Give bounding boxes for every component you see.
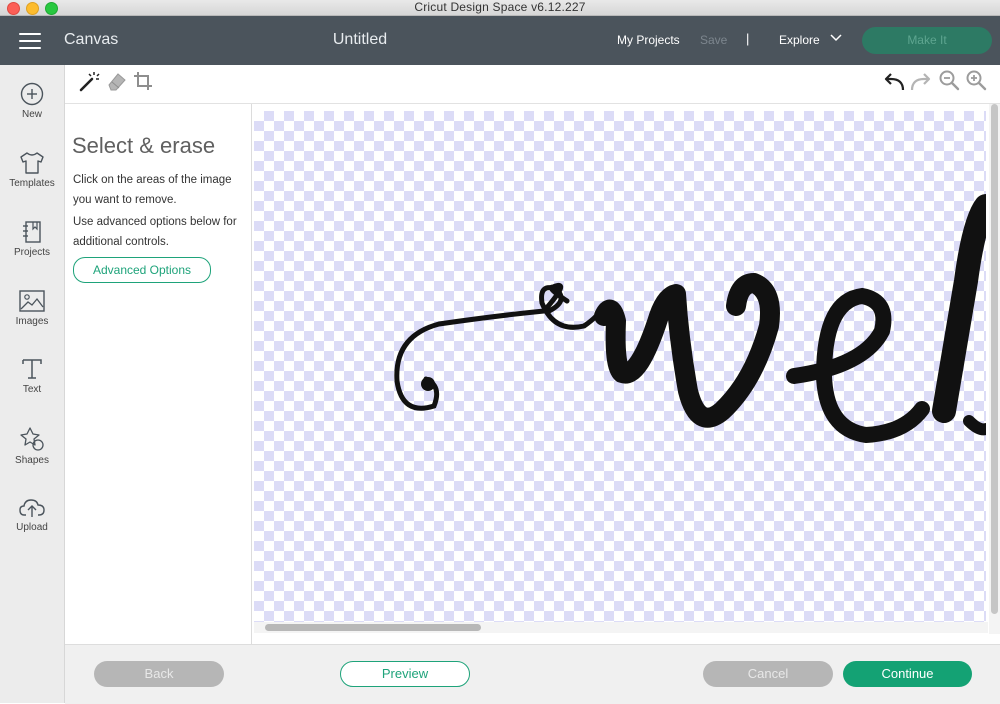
image-icon [19,290,45,312]
window-title: Cricut Design Space v6.12.227 [414,0,586,14]
plus-circle-icon [20,82,44,106]
nav-text-label: Text [22,384,42,395]
transparency-checkerboard[interactable] [254,111,986,623]
panel-instruction-2: Use advanced options below for additiona… [73,216,237,248]
uploaded-image[interactable] [254,111,986,623]
section-label: Canvas [64,31,119,48]
advanced-options-button[interactable]: Advanced Options [73,257,211,283]
zoom-in-icon[interactable] [965,69,987,91]
redo-icon[interactable] [910,71,932,93]
eraser-icon[interactable] [105,70,127,92]
nav-new[interactable]: New [0,82,64,142]
shapes-icon [20,427,44,451]
shirt-icon [20,152,44,174]
continue-button[interactable]: Continue [843,661,972,687]
my-projects-link[interactable]: My Projects [617,33,680,47]
edit-toolbar [65,65,1000,104]
nav-upload-label: Upload [16,522,48,533]
nav-templates-label: Templates [9,178,55,189]
nav-text[interactable]: Text [0,357,64,417]
zoom-out-icon[interactable] [938,69,960,91]
nav-upload[interactable]: Upload [0,495,64,555]
cloud-upload-icon [19,499,45,517]
undo-icon[interactable] [883,71,905,93]
panel-title: Select & erase [72,133,216,158]
nav-projects[interactable]: Projects [0,220,64,280]
vertical-scrollbar[interactable] [991,104,998,614]
nav-new-label: New [21,109,42,120]
nav-shapes-label: Shapes [15,455,49,466]
window-titlebar: Cricut Design Space v6.12.227 [0,0,1000,16]
crop-icon[interactable] [132,70,154,92]
image-canvas [252,104,1000,644]
chevron-down-icon[interactable] [829,33,843,43]
nav-shapes[interactable]: Shapes [0,426,64,486]
notebook-icon [23,221,41,243]
nav-templates[interactable]: Templates [0,151,64,211]
panel-instruction-1: Click on the areas of the image you want… [73,174,232,206]
magic-wand-icon[interactable] [78,70,100,92]
back-button[interactable]: Back [94,661,224,687]
nav-images-label: Images [15,316,49,327]
left-sidebar: New Templates Projects Images Text Shape… [0,65,65,703]
preview-button[interactable]: Preview [340,661,470,687]
menu-icon[interactable] [19,33,41,49]
header-separator: | [746,31,750,46]
nav-images[interactable]: Images [0,289,64,349]
select-erase-panel: Select & erase Click on the areas of the… [65,104,252,644]
nav-projects-label: Projects [13,247,51,258]
text-icon [22,359,42,379]
horizontal-scrollbar[interactable] [265,624,481,631]
cancel-button[interactable]: Cancel [703,661,833,687]
project-title: Untitled [332,31,388,48]
explore-menu[interactable]: Explore [779,33,820,47]
make-it-button[interactable]: Make It [862,27,992,54]
save-button[interactable]: Save [700,33,727,47]
footer-actions: Back Preview Cancel Continue [65,644,1000,704]
app-header: Canvas Untitled My Projects Save | Explo… [0,16,1000,65]
